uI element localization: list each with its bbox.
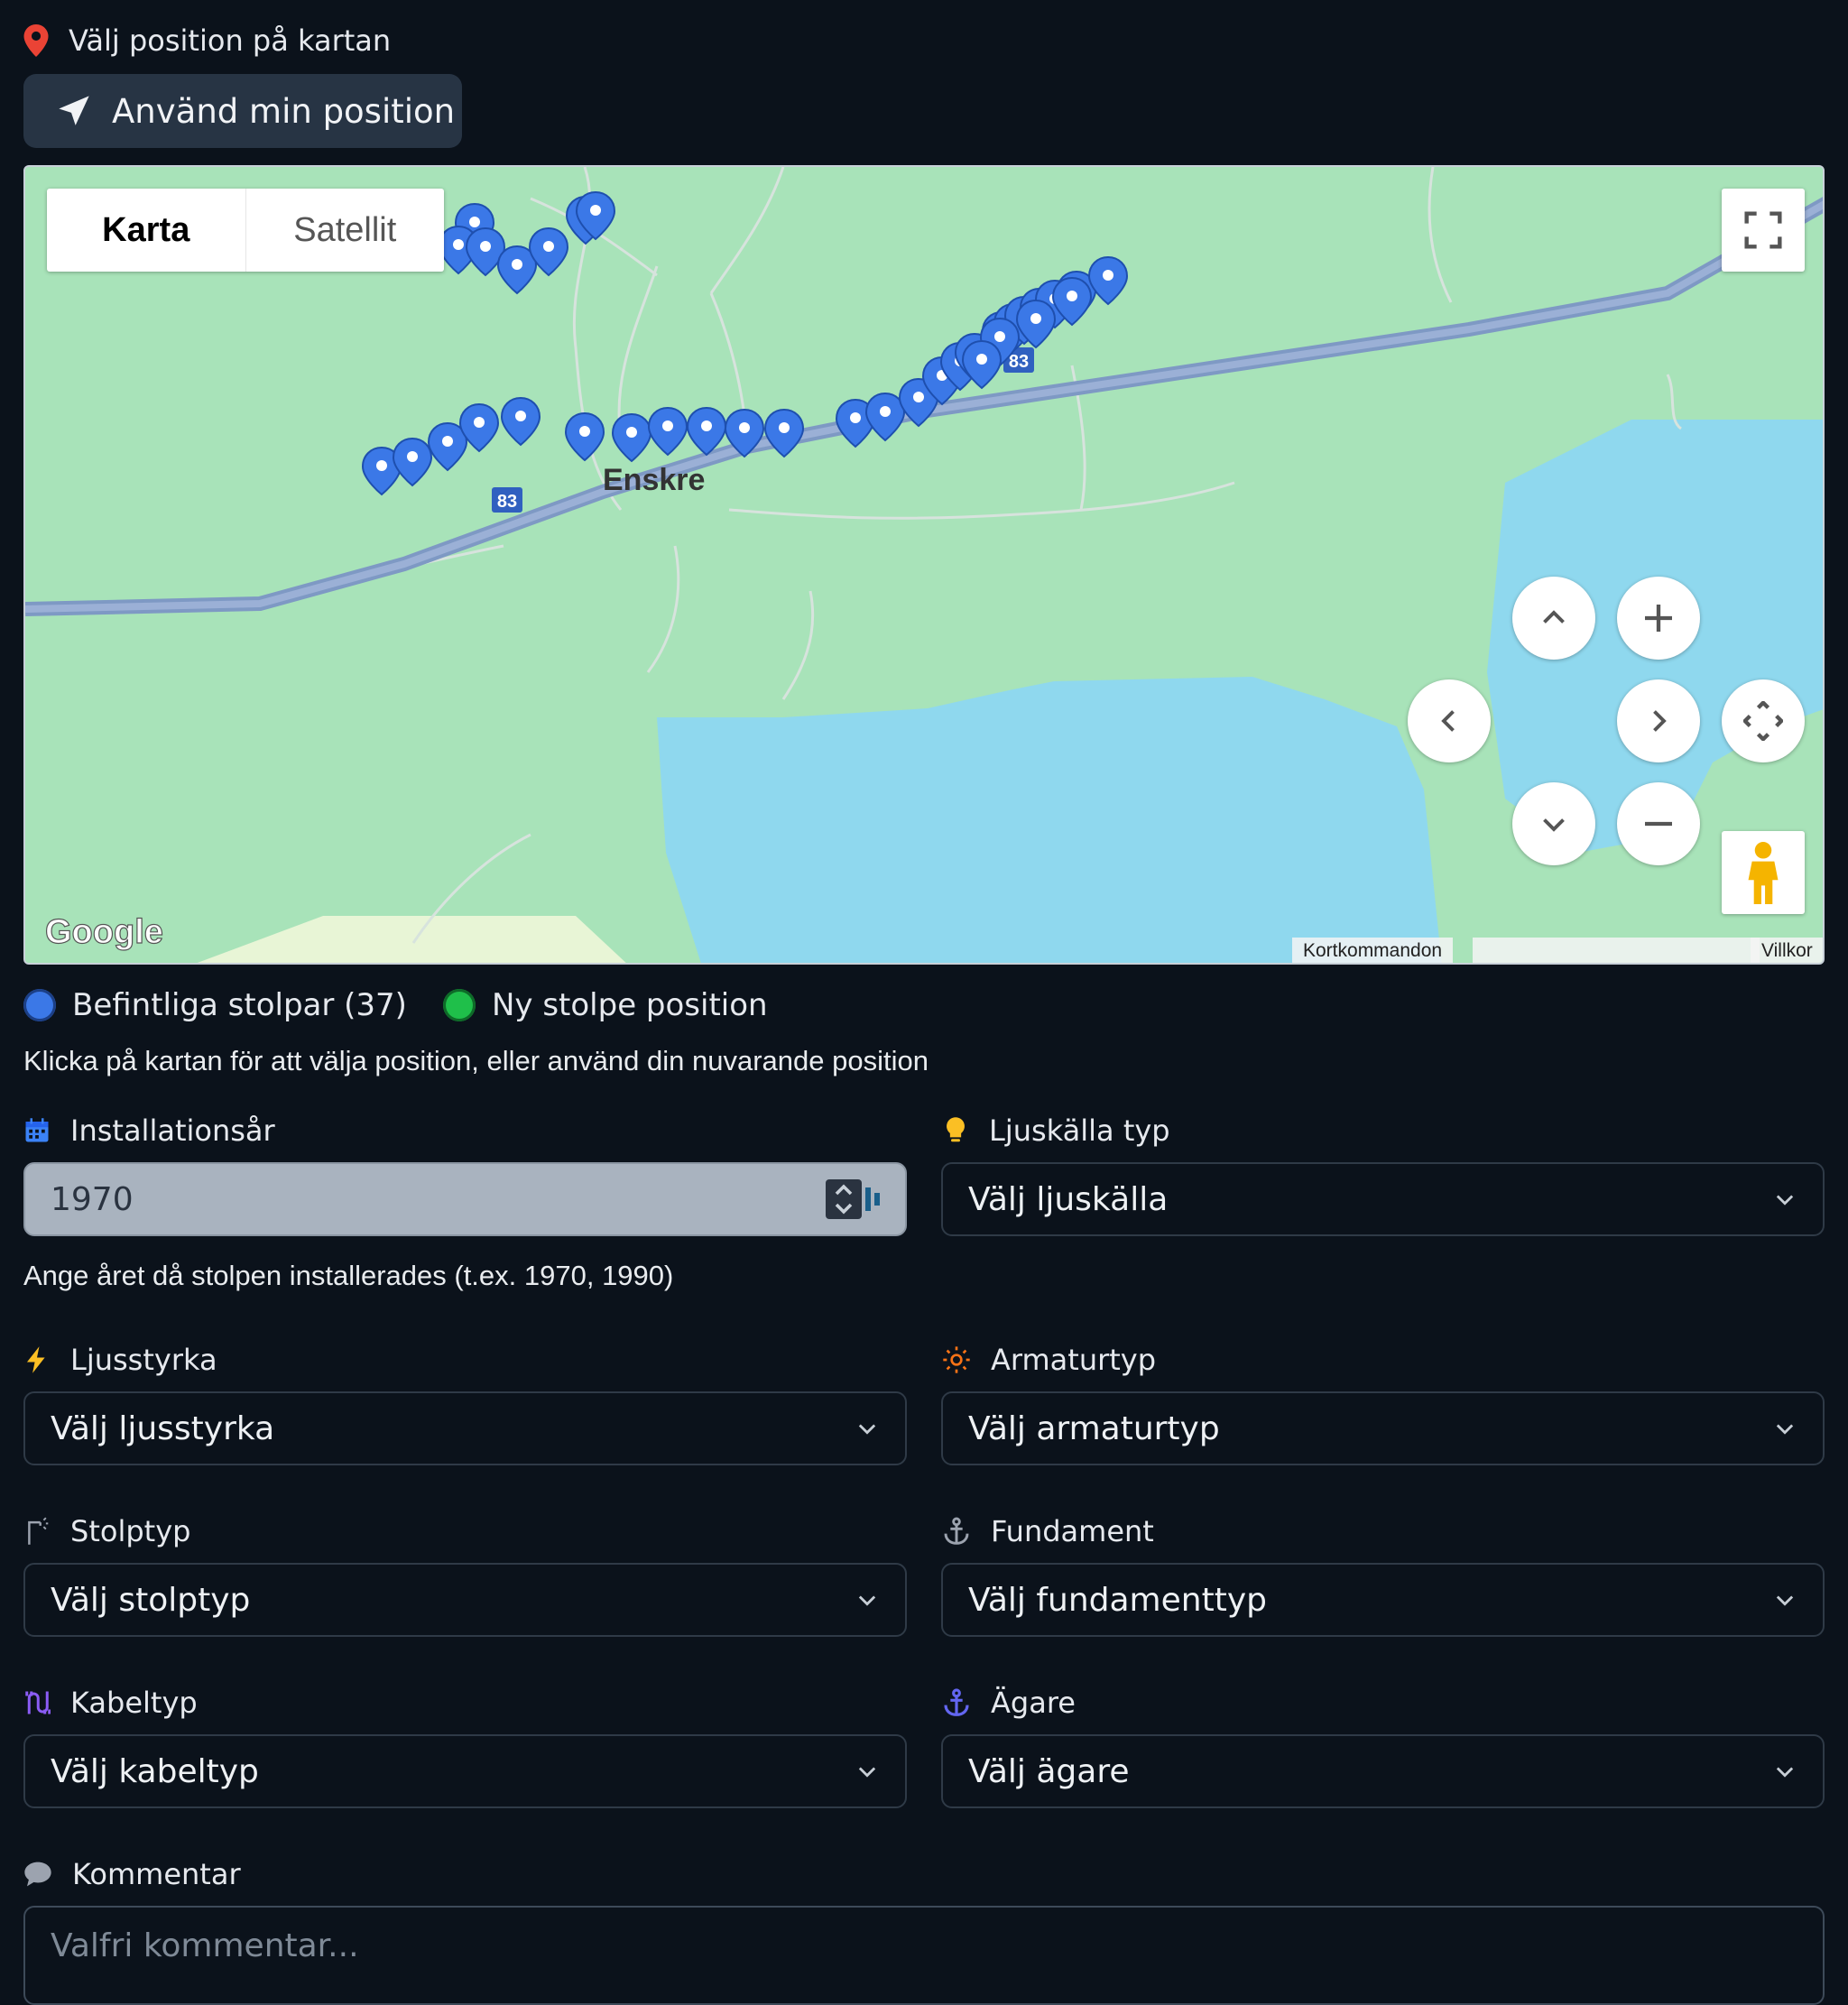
existing-poles-legend-text: Befintliga stolpar (37) xyxy=(72,987,407,1023)
stepper-icon xyxy=(826,1179,862,1219)
map-pin-icon xyxy=(23,24,49,57)
chevron-down-icon xyxy=(1776,1767,1794,1778)
comment-textarea[interactable]: Valfri kommentar... xyxy=(23,1906,1825,2005)
cable-type-select[interactable]: Välj kabeltyp xyxy=(23,1734,907,1808)
anchor-icon xyxy=(944,1517,969,1545)
light-intensity-select[interactable]: Välj ljusstyrka xyxy=(23,1391,907,1465)
installation-year-input[interactable]: 1970 xyxy=(23,1162,907,1236)
chevron-up-icon xyxy=(1543,610,1565,624)
lightning-icon xyxy=(26,1346,45,1373)
map-help-text: Klicka på kartan för att välja position,… xyxy=(23,1045,929,1076)
google-logo: Google xyxy=(45,913,163,951)
pan-right-button[interactable] xyxy=(1617,679,1700,762)
street-lamp-icon xyxy=(28,1517,49,1545)
lightbulb-icon xyxy=(947,1117,965,1142)
chevron-down-icon xyxy=(1776,1424,1794,1435)
foundation-select[interactable]: Välj fundamenttyp xyxy=(941,1563,1825,1637)
map-data-attribution xyxy=(1473,938,1760,963)
chevron-down-icon xyxy=(1543,818,1565,832)
light-source-label: Ljuskälla typ xyxy=(942,1113,1170,1148)
new-pole-legend-text: Ny stolpe position xyxy=(491,987,768,1023)
chevron-down-icon xyxy=(1776,1595,1794,1606)
pegman-icon xyxy=(1748,842,1779,904)
fullscreen-button[interactable] xyxy=(1722,189,1805,272)
map-type-control: Karta Satellit xyxy=(47,189,444,272)
position-label-text: Välj position på kartan xyxy=(69,23,392,58)
comment-placeholder: Valfri kommentar... xyxy=(51,1927,359,1964)
foundation-label: Fundament xyxy=(942,1514,1154,1548)
plus-icon xyxy=(1645,605,1672,632)
calendar-icon xyxy=(25,1118,49,1142)
move-arrows-icon xyxy=(1743,701,1783,741)
keyboard-shortcuts-link[interactable]: Kortkommandon xyxy=(1292,938,1454,963)
fixture-type-label: Armaturtyp xyxy=(942,1343,1156,1377)
map-canvas[interactable]: 83 83 Enskre Google Karta Satellit Kortk… xyxy=(23,165,1825,965)
pole-type-label: Stolptyp xyxy=(23,1514,190,1548)
speech-bubble-icon xyxy=(24,1862,51,1887)
street-view-button[interactable] xyxy=(1722,831,1805,914)
light-source-select[interactable]: Välj ljuskälla xyxy=(941,1162,1825,1236)
installation-year-label: Installationsår xyxy=(23,1113,275,1148)
year-stepper[interactable] xyxy=(826,1179,880,1219)
fixture-type-select[interactable]: Välj armaturtyp xyxy=(941,1391,1825,1465)
cable-icon xyxy=(25,1691,51,1714)
installation-year-help: Ange året då stolpen installerades (t.ex… xyxy=(23,1260,674,1291)
pan-up-button[interactable] xyxy=(1512,577,1595,660)
zoom-in-button[interactable] xyxy=(1617,577,1700,660)
map-legend: Befintliga stolpar (37) Ny stolpe positi… xyxy=(23,987,768,1023)
svg-text:83: 83 xyxy=(497,492,517,512)
chevron-right-icon xyxy=(1653,710,1667,732)
pan-down-button[interactable] xyxy=(1512,782,1595,865)
pole-type-select[interactable]: Välj stolptyp xyxy=(23,1563,907,1637)
owner-select[interactable]: Välj ägare xyxy=(941,1734,1825,1808)
map-type-karta[interactable]: Karta xyxy=(47,189,246,272)
chevron-down-icon xyxy=(858,1767,876,1778)
minus-icon xyxy=(1645,821,1672,827)
chevron-down-icon xyxy=(1776,1195,1794,1206)
use-my-position-label: Använd min position xyxy=(112,91,456,131)
anchor-icon xyxy=(944,1688,969,1716)
chevron-down-icon xyxy=(858,1424,876,1435)
pan-left-button[interactable] xyxy=(1408,679,1491,762)
cable-type-label: Kabeltyp xyxy=(23,1686,198,1720)
map-type-satellit[interactable]: Satellit xyxy=(246,189,445,272)
owner-label: Ägare xyxy=(942,1686,1076,1720)
navigation-arrow-icon xyxy=(59,96,89,125)
reset-view-button[interactable] xyxy=(1722,679,1805,762)
existing-poles-legend-dot xyxy=(23,989,56,1021)
svg-text:83: 83 xyxy=(1009,352,1029,372)
new-pole-legend-dot xyxy=(442,989,476,1021)
sun-icon xyxy=(943,1346,970,1373)
light-intensity-label: Ljusstyrka xyxy=(23,1343,217,1377)
installation-year-value: 1970 xyxy=(51,1180,134,1218)
terms-link[interactable]: Villkor xyxy=(1751,938,1823,963)
use-my-position-button[interactable]: Använd min position xyxy=(23,74,462,148)
zoom-out-button[interactable] xyxy=(1617,782,1700,865)
chevron-left-icon xyxy=(1441,710,1455,732)
map-position-label: Välj position på kartan xyxy=(23,23,391,58)
fullscreen-icon xyxy=(1744,211,1782,249)
place-label: Enskre xyxy=(603,463,705,497)
chevron-down-icon xyxy=(858,1595,876,1606)
comment-label: Kommentar xyxy=(23,1857,241,1891)
stepper-extra-icon xyxy=(865,1187,880,1211)
